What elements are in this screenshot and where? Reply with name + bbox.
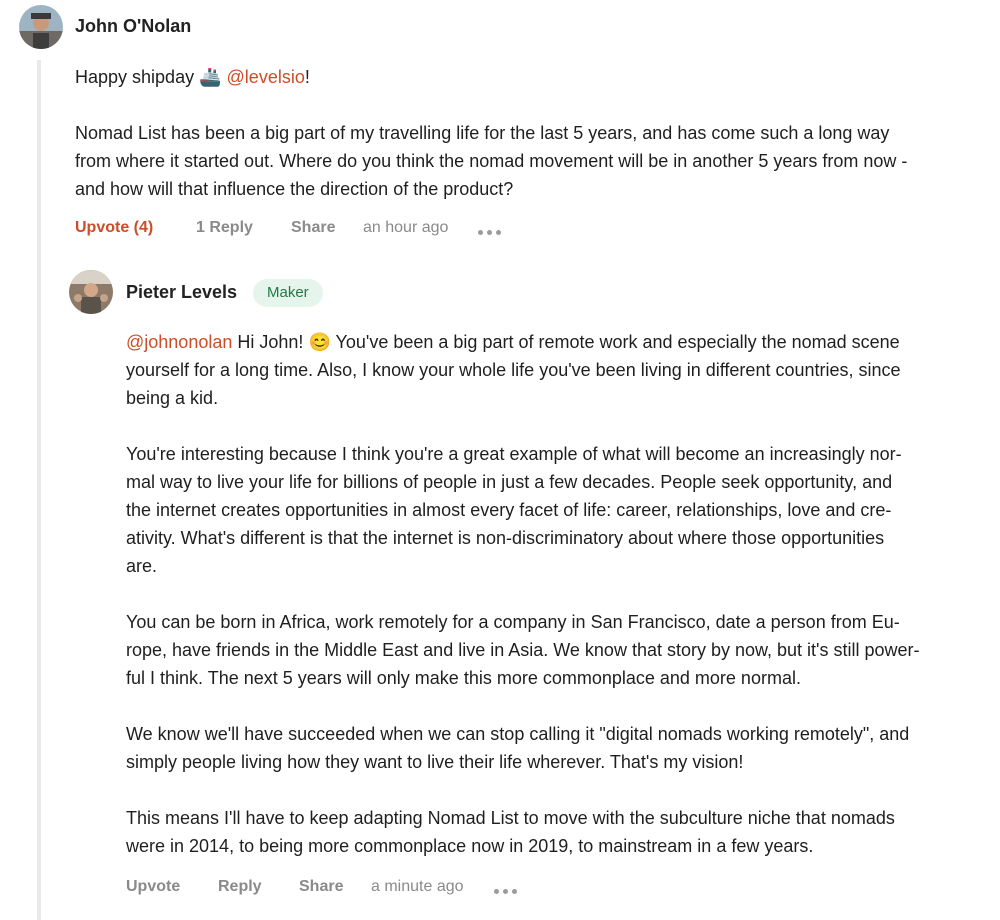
greeting-punct: ! <box>304 67 310 87</box>
reply-line: simply people living how they want to li… <box>126 752 744 772</box>
reply-line: We know we'll have succeeded when we can… <box>126 724 910 744</box>
comment-line: Nomad List has been a big part of my tra… <box>75 123 890 143</box>
comment-greeting: Happy shipday 🚢 @levelsio! <box>75 63 310 91</box>
more-options-icon[interactable] <box>478 230 502 236</box>
avatar-pieter-image <box>69 270 113 314</box>
reply-line: the internet creates opportunities in al… <box>126 500 892 520</box>
reply-line: mal way to live your life for billions o… <box>126 472 893 492</box>
avatar-john-image <box>19 5 63 49</box>
mention-johnonolan[interactable]: @johnonolan <box>126 332 232 352</box>
reply-line: This means I'll have to keep adapting No… <box>126 808 895 828</box>
share-button[interactable]: Share <box>291 219 335 237</box>
upvote-button[interactable]: Upvote (4) <box>75 219 153 237</box>
smile-emoji-icon: 😊 <box>308 332 331 352</box>
reply-line: are. <box>126 556 158 576</box>
reply-button[interactable]: Reply <box>218 878 262 896</box>
ship-emoji-icon: 🚢 <box>199 67 222 87</box>
reply-line: yourself for a long time. Also, I know y… <box>126 360 901 380</box>
reply-author[interactable]: Pieter Levels <box>126 282 237 303</box>
avatar-john[interactable] <box>19 5 63 49</box>
timestamp: an hour ago <box>363 219 449 236</box>
reply-line: being a kid. <box>126 388 219 408</box>
reply-line: You're interesting because I think you'r… <box>126 444 902 464</box>
reply-line: You can be born in Africa, work remotely… <box>126 612 900 632</box>
maker-badge: Maker <box>253 279 323 307</box>
reply-body: @johnonolan Hi John! 😊 You've been a big… <box>126 328 986 860</box>
reply-more-options-icon[interactable] <box>494 889 518 895</box>
comment-author[interactable]: John O'Nolan <box>75 16 191 37</box>
reply-first-line-tail: You've been a big part of remote work an… <box>335 332 900 352</box>
comment-actions: Upvote (4) 1 Reply Share an hour ago <box>75 219 525 243</box>
comment-body: Nomad List has been a big part of my tra… <box>75 119 907 203</box>
mention-levelsio[interactable]: @levelsio <box>227 67 305 87</box>
reply-greeting: Hi John! <box>237 332 304 352</box>
comment-line: and how will that influence the directio… <box>75 179 514 199</box>
reply-line: were in 2014, to being more commonplace … <box>126 836 814 856</box>
reply-upvote-button[interactable]: Upvote <box>126 878 180 896</box>
reply-timestamp: a minute ago <box>371 878 464 895</box>
reply-actions: Upvote Reply Share a minute ago <box>126 878 546 902</box>
reply-first-line: @johnonolan Hi John! 😊 You've been a big… <box>126 328 986 356</box>
avatar-pieter[interactable] <box>69 270 113 314</box>
comment-line: from where it started out. Where do you … <box>75 151 908 171</box>
reply-line: rope, have friends in the Middle East an… <box>126 640 920 660</box>
reply-share-button[interactable]: Share <box>299 878 343 896</box>
greeting-text: Happy shipday <box>75 67 195 87</box>
thread-line <box>37 60 41 920</box>
reply-line: ativity. What's different is that the in… <box>126 528 885 548</box>
reply-line: ful I think. The next 5 years will only … <box>126 668 801 688</box>
replies-button[interactable]: 1 Reply <box>196 219 253 237</box>
